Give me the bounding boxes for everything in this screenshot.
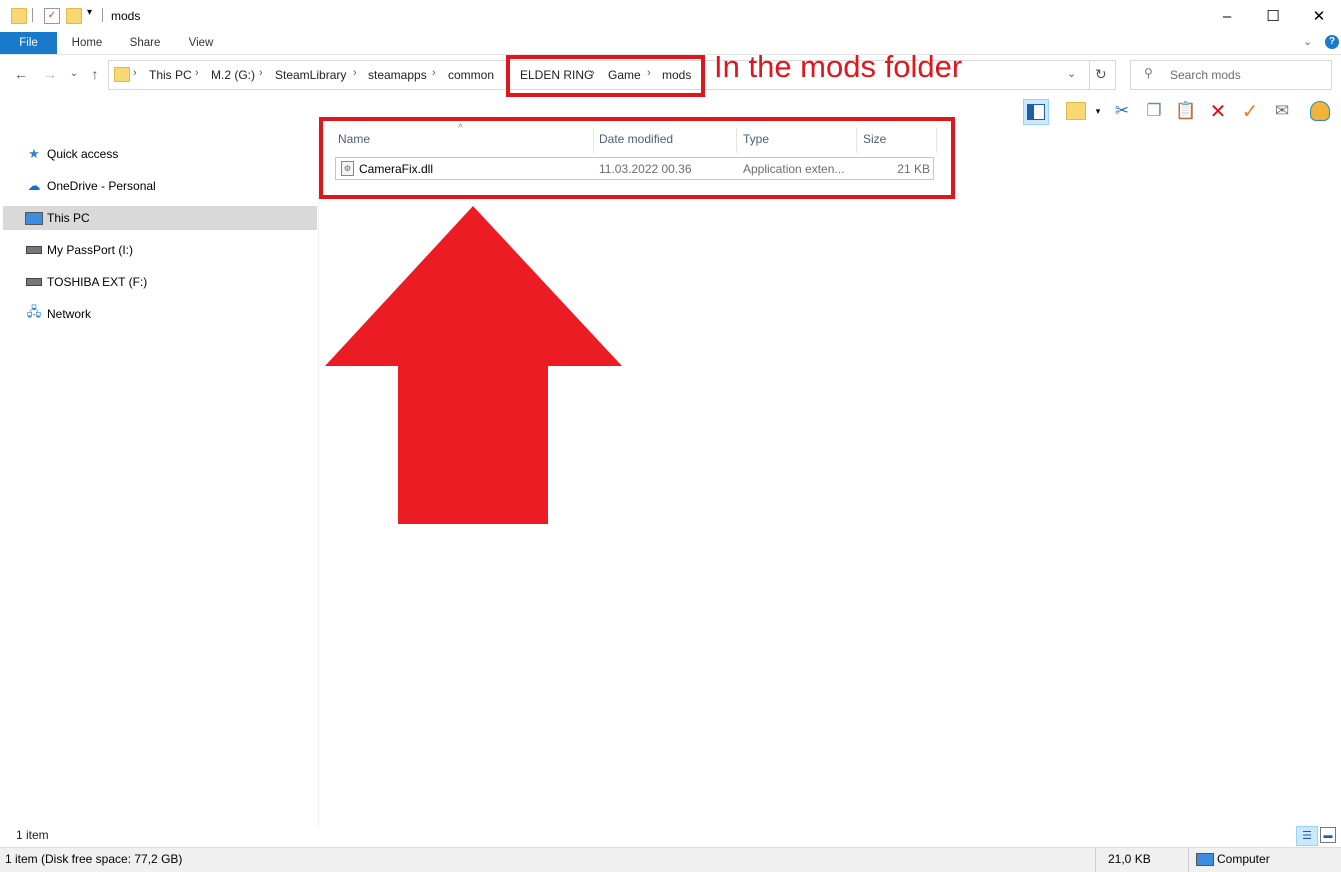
item-count: 1 item: [16, 828, 49, 842]
sidebar-item-label: Quick access: [47, 147, 119, 161]
search-icon: ⚲: [1144, 66, 1153, 80]
drive-icon: [25, 274, 43, 290]
new-folder-icon[interactable]: [66, 8, 82, 24]
crumb-steamapps[interactable]: steamapps: [368, 68, 427, 82]
chevron-right-icon: ›: [133, 67, 137, 79]
status-line: 1 item ☰ ▬: [0, 826, 1341, 846]
folder-icon: [114, 67, 130, 82]
chevron-right-icon: ›: [259, 67, 263, 79]
search-input[interactable]: ⚲ Search mods: [1130, 60, 1332, 90]
sidebar-item-network[interactable]: 🖧 Network: [3, 302, 317, 326]
sidebar-item-label: OneDrive - Personal: [47, 179, 156, 193]
tab-file[interactable]: File: [0, 32, 57, 54]
customize-qat-icon[interactable]: ▾: [87, 7, 92, 18]
back-arrow-icon[interactable]: ←: [13, 66, 29, 82]
sidebar-item-label: This PC: [47, 211, 90, 225]
rename-check-icon[interactable]: ✓: [1238, 99, 1262, 123]
crumb-this-pc[interactable]: This PC: [149, 68, 192, 82]
properties-icon[interactable]: [1064, 99, 1088, 123]
crumb-drive[interactable]: M.2 (G:): [211, 68, 255, 82]
status-bar: 1 item (Disk free space: 77,2 GB) 21,0 K…: [0, 847, 1341, 872]
close-button[interactable]: ✕: [1296, 0, 1341, 32]
help-icon[interactable]: ?: [1325, 35, 1339, 49]
tab-share[interactable]: Share: [120, 32, 170, 54]
crumb-steamlibrary[interactable]: SteamLibrary: [275, 68, 346, 82]
properties-check-icon[interactable]: ✓: [44, 8, 60, 24]
cloud-icon: ☁: [27, 178, 41, 193]
navigation-pane: ★ Quick access ☁ OneDrive - Personal Thi…: [0, 127, 319, 827]
computer-icon: [1196, 853, 1214, 866]
sidebar-item-my-passport[interactable]: My PassPort (I:): [3, 238, 317, 262]
email-icon[interactable]: ✉: [1270, 99, 1294, 123]
expand-ribbon-icon[interactable]: ⌄: [1303, 35, 1312, 48]
folder-icon: [11, 8, 27, 24]
sidebar-item-onedrive[interactable]: ☁ OneDrive - Personal: [3, 174, 317, 198]
divider: [1095, 848, 1096, 872]
recent-locations-icon[interactable]: ⌄: [66, 66, 82, 82]
tab-home[interactable]: Home: [62, 32, 112, 54]
title-bar: ✓ ▾ mods – ☐ ✕: [0, 0, 1341, 32]
sidebar-item-label: Network: [47, 307, 92, 321]
crumb-common[interactable]: common: [448, 68, 494, 82]
preview-pane-icon[interactable]: [1023, 99, 1049, 125]
divider: [102, 8, 103, 22]
chevron-down-icon[interactable]: ▾: [1092, 99, 1104, 123]
divider: [32, 8, 33, 22]
cut-icon[interactable]: ✂: [1110, 99, 1134, 123]
sidebar-item-label: TOSHIBA EXT (F:): [47, 275, 148, 289]
search-placeholder: Search mods: [1170, 68, 1241, 82]
details-view-icon[interactable]: ☰: [1296, 826, 1318, 846]
refresh-icon[interactable]: ↻: [1095, 66, 1107, 83]
chevron-right-icon: ›: [353, 67, 357, 79]
computer-icon: [25, 210, 43, 226]
shell-icon[interactable]: [1308, 99, 1332, 123]
sidebar-item-quick-access[interactable]: ★ Quick access: [3, 142, 317, 166]
tab-view[interactable]: View: [176, 32, 226, 54]
network-icon: 🖧: [26, 304, 42, 319]
selection-size: 21,0 KB: [1108, 852, 1151, 866]
disk-free-status: 1 item (Disk free space: 77,2 GB): [5, 852, 183, 866]
divider: [1089, 61, 1090, 89]
address-dropdown-icon[interactable]: ⌄: [1067, 67, 1076, 80]
annotation-text: In the mods folder: [714, 49, 963, 84]
file-highlight-box: [319, 117, 955, 199]
paste-icon[interactable]: 📋: [1174, 99, 1198, 123]
minimize-button[interactable]: –: [1204, 0, 1250, 32]
address-highlight-box: [506, 55, 705, 97]
delete-icon[interactable]: ✕: [1206, 99, 1230, 123]
star-icon: ★: [28, 146, 40, 161]
up-arrow-annotation: [325, 206, 622, 524]
sidebar-item-label: My PassPort (I:): [47, 243, 134, 257]
up-arrow-icon[interactable]: ↑: [87, 66, 103, 82]
sidebar-item-this-pc[interactable]: This PC: [3, 206, 317, 230]
drive-icon: [25, 242, 43, 258]
forward-arrow-icon[interactable]: →: [42, 66, 58, 82]
copy-icon[interactable]: ❐: [1142, 99, 1166, 123]
command-toolbar: ▾ ✂ ❐ 📋 ✕ ✓ ✉: [1020, 96, 1341, 126]
divider: [1188, 848, 1189, 872]
chevron-right-icon: ›: [195, 67, 199, 79]
maximize-button[interactable]: ☐: [1250, 0, 1296, 32]
window-title: mods: [111, 9, 141, 23]
sidebar-item-toshiba-ext[interactable]: TOSHIBA EXT (F:): [3, 270, 317, 294]
ribbon-tabs: File Home Share View ⌄ ?: [0, 32, 1341, 55]
chevron-right-icon: ›: [432, 67, 436, 79]
location-zone: Computer: [1217, 852, 1270, 866]
large-icons-view-icon[interactable]: ▬: [1320, 827, 1336, 843]
